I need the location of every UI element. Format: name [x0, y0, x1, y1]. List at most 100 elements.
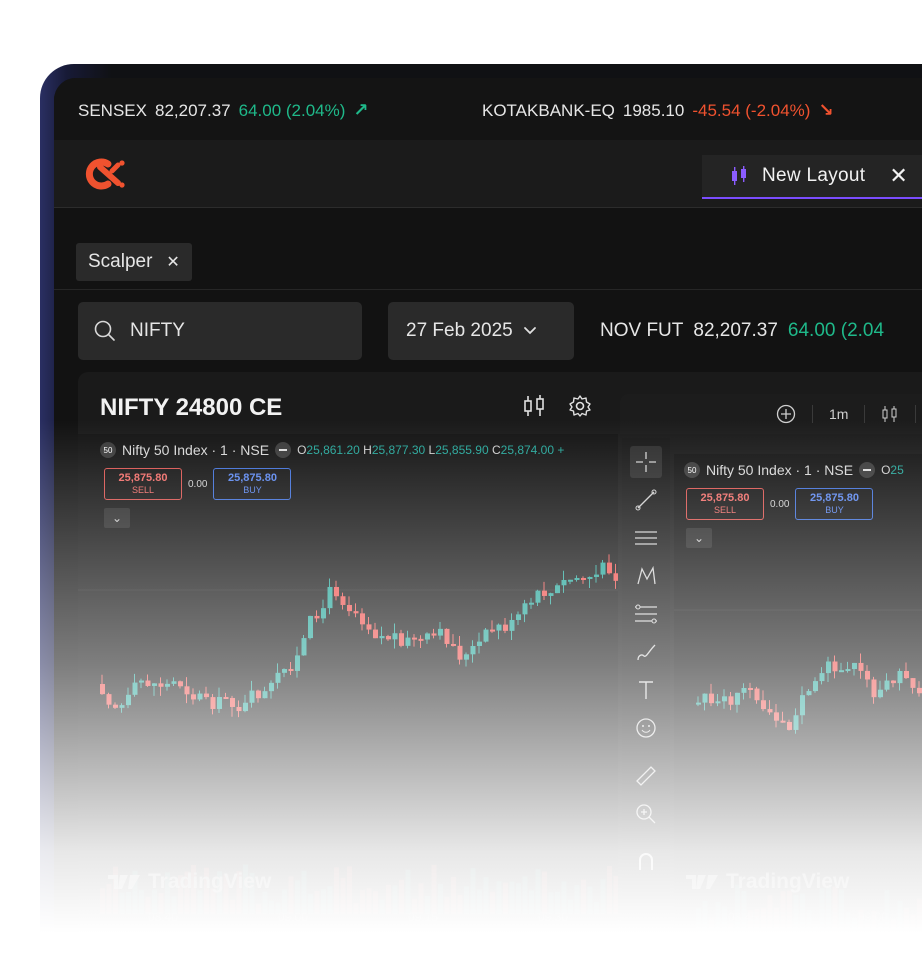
candle-body: [386, 636, 391, 640]
search-value: NIFTY: [130, 320, 185, 341]
candle-body: [113, 704, 118, 708]
candle-body: [761, 700, 766, 710]
candle-body: [490, 629, 495, 632]
volume-bar: [490, 891, 495, 914]
candle-body: [457, 645, 463, 660]
volume-bar: [839, 889, 844, 934]
close-icon[interactable]: ✕: [889, 163, 908, 189]
candle-body: [878, 689, 883, 698]
emoji-icon[interactable]: [630, 712, 662, 744]
horizontal-lines-icon[interactable]: [630, 522, 662, 554]
panel-title: NIFTY 24800 CE: [100, 394, 283, 421]
candle-body: [184, 686, 190, 695]
volume-bar: [314, 890, 320, 914]
volume-bar: [568, 899, 573, 914]
candle-body: [412, 637, 417, 640]
candle-body: [106, 694, 112, 705]
expiry-date-select[interactable]: 27 Feb 2025: [388, 302, 574, 360]
candle-body: [607, 562, 612, 574]
volume-bar: [451, 876, 456, 914]
candle-body: [587, 576, 593, 579]
gear-icon[interactable]: [568, 394, 592, 418]
magnet-icon[interactable]: [630, 846, 662, 878]
ruler-icon[interactable]: [630, 760, 662, 792]
volume-bar: [509, 881, 515, 914]
pitchfork-icon[interactable]: [630, 560, 662, 592]
drawing-toolbar: [622, 438, 670, 960]
volume-bar: [477, 889, 482, 914]
candle-body: [529, 602, 534, 605]
candle-body: [503, 624, 508, 631]
volume-bar: [722, 906, 727, 934]
volume-bar: [457, 894, 463, 914]
candle-body: [574, 577, 580, 580]
add-symbol-icon[interactable]: [776, 404, 796, 424]
search-input[interactable]: NIFTY: [78, 302, 362, 360]
volume-bar: [327, 886, 333, 914]
app-header: New Layout ✕: [54, 140, 922, 208]
volume-bar: [483, 877, 489, 914]
candle-body: [477, 641, 482, 646]
volume-bar: [613, 875, 618, 914]
ticker-item-kotakbank[interactable]: KOTAKBANK-EQ 1985.10 -45.54 (-2.04%) ↘: [482, 100, 834, 121]
chart-right[interactable]: 50 Nifty 50 Index · 1 · NSE O25 25,875.8…: [674, 454, 922, 960]
candle-body: [748, 687, 753, 690]
volume-bar: [366, 888, 372, 914]
zoom-in-icon[interactable]: [630, 798, 662, 830]
volume-bar: [845, 912, 851, 934]
future-change: 64.00 (2.04: [787, 320, 885, 341]
volume-bar: [470, 868, 476, 914]
candle-body: [178, 681, 183, 687]
candle-body: [256, 690, 261, 699]
candle-body: [555, 585, 560, 594]
candle-body: [548, 593, 554, 596]
brand-logo-icon[interactable]: [78, 154, 134, 194]
fib-retracement-icon[interactable]: [630, 598, 662, 630]
candle-body: [735, 692, 740, 705]
candle-body: [191, 694, 196, 700]
candle-body: [210, 697, 216, 709]
candle-body: [262, 691, 268, 699]
chart-toolbar: 1m: [620, 394, 922, 434]
date-value: 27 Feb 2025: [406, 320, 513, 341]
crosshair-icon[interactable]: [630, 446, 662, 478]
candle-body: [910, 678, 916, 688]
candle-body: [522, 603, 528, 615]
time-label: 09:00: [858, 910, 889, 924]
tab-new-layout[interactable]: New Layout ✕: [702, 155, 922, 199]
candle-body: [917, 687, 922, 694]
ticker-item-sensex[interactable]: SENSEX 82,207.37 64.00 (2.04%) ↗: [78, 100, 369, 121]
volume-bar: [379, 899, 385, 914]
candle-body: [774, 712, 779, 721]
volume-bar: [793, 894, 799, 934]
collapse-icon[interactable]: [859, 462, 876, 478]
volume-bar: [696, 907, 701, 934]
text-icon[interactable]: [630, 674, 662, 706]
candle-body: [715, 701, 721, 704]
volume-bar: [529, 890, 534, 914]
brush-icon[interactable]: [630, 636, 662, 668]
candlestick-icon: [732, 166, 746, 185]
candlestick-icon[interactable]: [522, 394, 546, 418]
volume-bar: [269, 900, 274, 914]
chart-left[interactable]: 50 Nifty 50 Index · 1 · NSE O25,861.20 H…: [78, 434, 618, 960]
interval-button[interactable]: 1m: [829, 406, 848, 422]
volume-bar: [535, 869, 541, 914]
ticker-bar: SENSEX 82,207.37 64.00 (2.04%) ↗ KOTAKBA…: [54, 78, 922, 140]
trend-line-icon[interactable]: [630, 484, 662, 516]
ticker-symbol: SENSEX: [78, 100, 147, 120]
candlestick-icon[interactable]: [881, 405, 899, 423]
chart-legend: 50 Nifty 50 Index · 1 · NSE O25,861.20 H…: [100, 442, 564, 458]
candle-body: [275, 672, 281, 683]
candle-body: [709, 693, 714, 704]
device-frame: SENSEX 82,207.37 64.00 (2.04%) ↗ KOTAKBA…: [40, 64, 922, 960]
candle-body: [334, 586, 339, 597]
candle-body: [780, 720, 786, 723]
close-icon[interactable]: ✕: [166, 252, 179, 272]
candle-body: [243, 702, 248, 712]
candle-body: [819, 673, 825, 682]
collapse-icon[interactable]: [275, 442, 292, 458]
candle-body: [152, 683, 157, 686]
time-label: 08:45: [728, 910, 759, 924]
workspace-chip[interactable]: Scalper ✕: [76, 243, 192, 281]
